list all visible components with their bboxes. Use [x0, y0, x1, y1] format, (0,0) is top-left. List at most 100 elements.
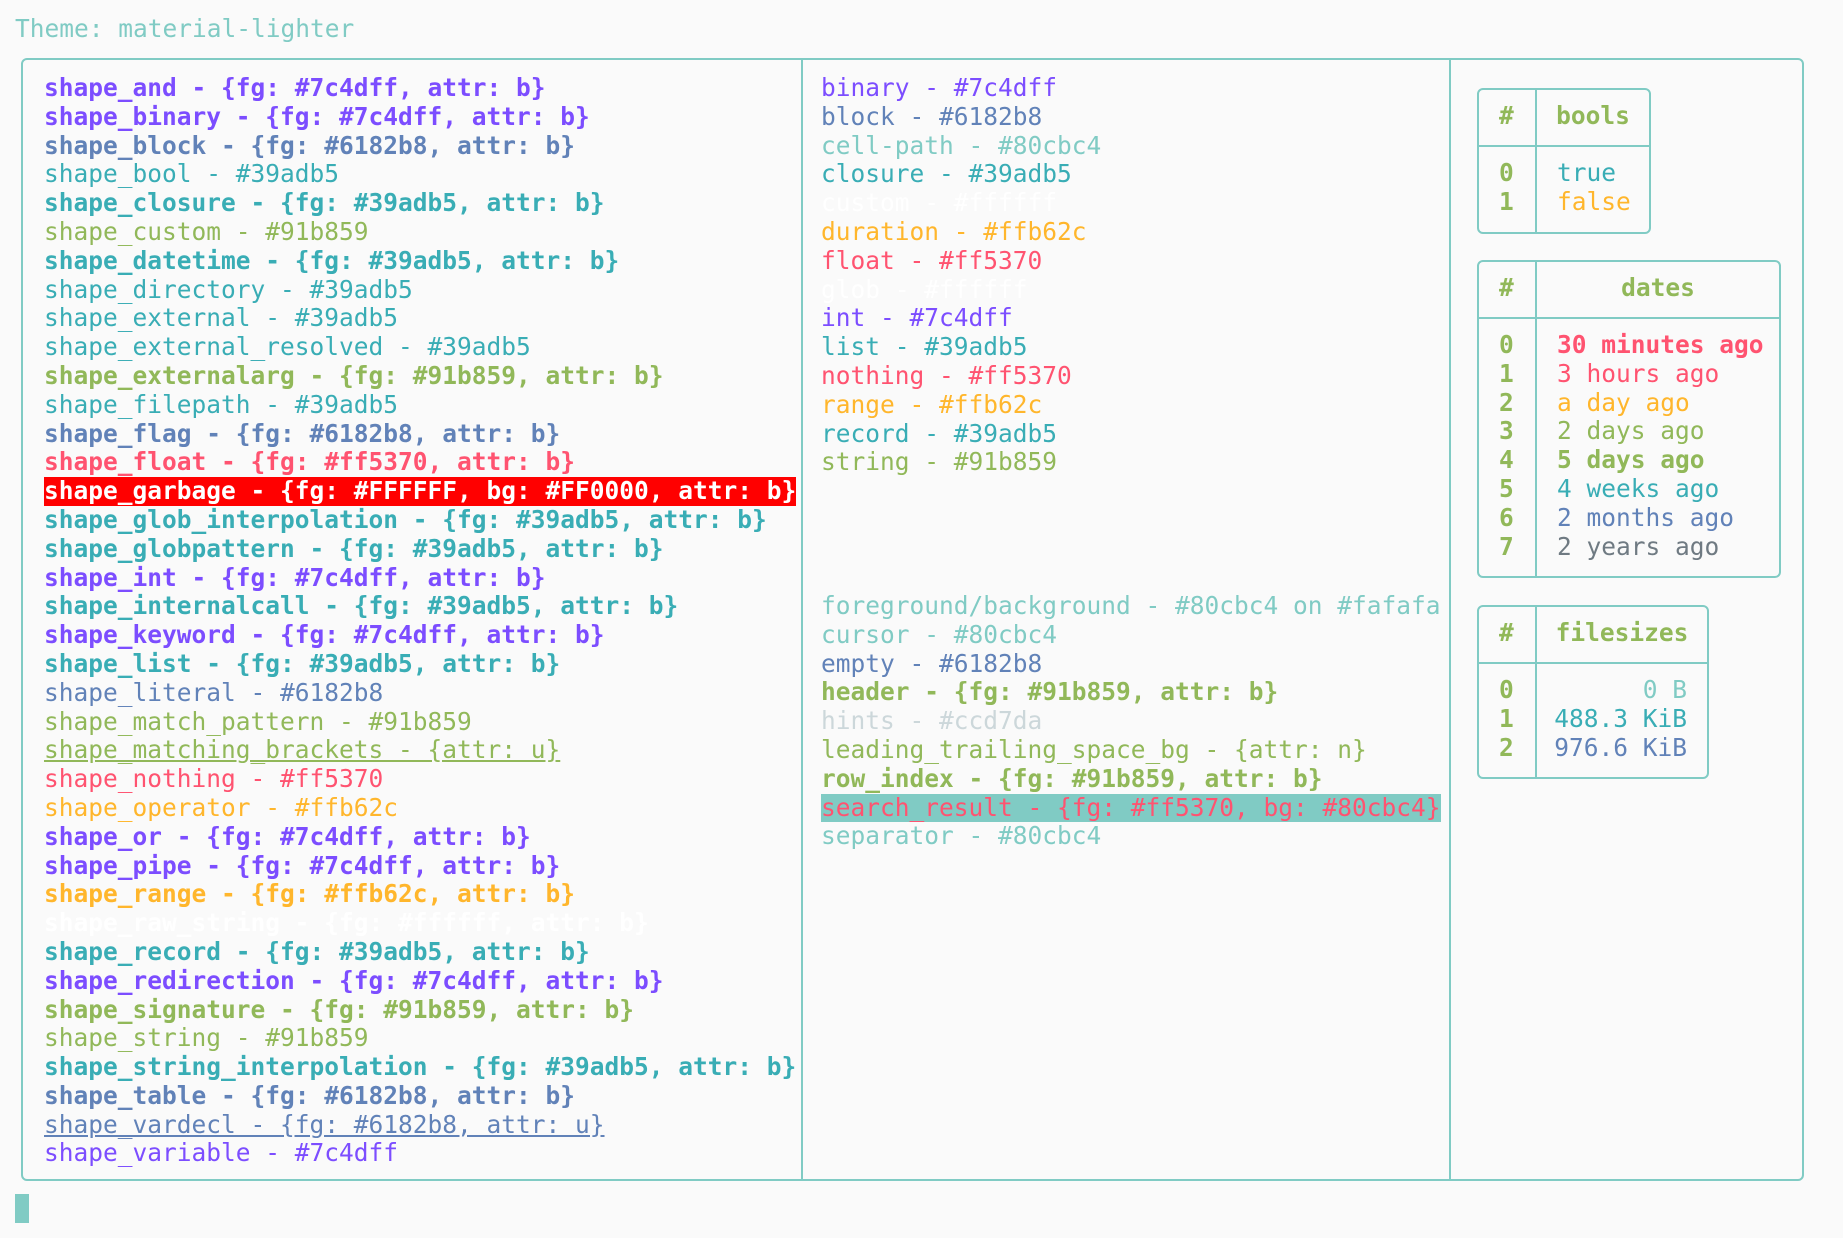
ui-color-entry: header - {fg: #91b859, attr: b}	[821, 677, 1279, 707]
shape-style-entry: shape_block - {fg: #6182b8, attr: b}	[44, 130, 576, 160]
ui-color-entry: foreground/background - #80cbc4 on #fafa…	[821, 591, 1441, 620]
type-color-entry: custom - #ffffff	[821, 188, 1058, 218]
shape-style-entry: shape_binary - {fg: #7c4dff, attr: b}	[44, 101, 590, 131]
table-row-index: 0	[1499, 675, 1514, 704]
table-cell-value: 2 years ago	[1557, 531, 1720, 561]
shape-style-entry: shape_and - {fg: #7c4dff, attr: b}	[44, 73, 546, 102]
table-row-index: 0	[1499, 158, 1514, 187]
terminal-cursor	[15, 1194, 29, 1223]
table-index-header: #	[1499, 101, 1514, 130]
shape-style-entry: shape_match_pattern - #91b859	[44, 706, 472, 736]
table-index-header: #	[1499, 273, 1514, 302]
table-row-index: 2	[1499, 387, 1514, 417]
shape-styles-column: shape_and - {fg: #7c4dff, attr: b} shape_…	[44, 73, 797, 1168]
type-color-entry: record - #39adb5	[821, 418, 1058, 448]
shape-style-entry: shape_garbage - {fg: #FFFFFF, bg: #FF000…	[44, 476, 797, 506]
shape-style-entry: shape_flag - {fg: #6182b8, attr: b}	[44, 418, 561, 448]
table-cell-value: 0 B	[1642, 675, 1687, 704]
shape-style-entry: shape_bool - #39adb5	[44, 159, 340, 189]
shape-style-entry: shape_float - {fg: #ff5370, attr: b}	[44, 447, 576, 477]
table-cell-value: 488.3 KiB	[1554, 703, 1687, 733]
table-cell-value: true	[1557, 158, 1617, 187]
table-header-separator	[1479, 145, 1649, 147]
theme-label: Theme: material-lighter	[15, 14, 355, 43]
ui-color-entry: leading_trailing_space_bg - {attr: n}	[821, 734, 1367, 764]
shape-style-entry: shape_list - {fg: #39adb5, attr: b}	[44, 648, 561, 678]
shape-style-entry: shape_vardecl - {fg: #6182b8, attr: u}	[44, 1109, 605, 1139]
table-column-header: dates	[1621, 273, 1695, 302]
shape-style-entry: shape_globpattern - {fg: #39adb5, attr: …	[44, 533, 664, 563]
table-row-index: 0	[1499, 330, 1514, 359]
table-row-index: 4	[1499, 445, 1514, 475]
column-divider	[1449, 60, 1451, 1179]
shape-style-entry: shape_closure - {fg: #39adb5, attr: b}	[44, 188, 605, 218]
table-row-index: 7	[1499, 531, 1514, 561]
type-color-entry: duration - #ffb62c	[821, 216, 1087, 246]
shape-style-entry: shape_external - #39adb5	[44, 303, 399, 333]
table-cell-value: 5 days ago	[1557, 445, 1705, 475]
shape-style-entry: shape_keyword - {fg: #7c4dff, attr: b}	[44, 620, 605, 650]
shape-style-entry: shape_range - {fg: #ffb62c, attr: b}	[44, 879, 576, 909]
table-column-header: filesizes	[1555, 618, 1689, 647]
theme-preview-frame: shape_and - {fg: #7c4dff, attr: b} shape_…	[21, 58, 1804, 1181]
shape-style-entry: shape_filepath - #39adb5	[44, 389, 399, 419]
shape-style-entry: shape_redirection - {fg: #7c4dff, attr: …	[44, 965, 664, 995]
column-divider	[801, 60, 803, 1179]
type-color-entry: glob - #ffffff	[821, 274, 1028, 304]
shape-style-entry: shape_raw_string - {fg: #ffffff, attr: b…	[44, 908, 649, 938]
type-color-entry: cell-path - #80cbc4	[821, 130, 1102, 160]
table-row-index: 1	[1499, 703, 1514, 733]
table-cell-value: a day ago	[1557, 387, 1690, 417]
type-color-entry: int - #7c4dff	[821, 303, 1013, 333]
type-color-entry: range - #ffb62c	[821, 389, 1043, 419]
shape-style-entry: shape_variable - #7c4dff	[44, 1138, 399, 1168]
type-color-entry: closure - #39adb5	[821, 159, 1072, 189]
table-row-index: 1	[1499, 358, 1514, 388]
type-color-entry: float - #ff5370	[821, 245, 1043, 275]
shape-style-entry: shape_string_interpolation - {fg: #39adb…	[44, 1052, 797, 1082]
type-color-entry: block - #6182b8	[821, 101, 1043, 131]
table-row-index: 2	[1499, 732, 1514, 762]
table-header-separator	[1479, 662, 1707, 664]
ui-color-entry: search_result - {fg: #ff5370, bg: #80cbc…	[821, 792, 1441, 823]
shape-style-entry: shape_matching_brackets - {attr: u}	[44, 735, 561, 765]
table-cell-value: 3 hours ago	[1557, 358, 1720, 388]
shape-style-entry: shape_nothing - #ff5370	[44, 764, 384, 794]
ui-color-entry: separator - #80cbc4	[821, 821, 1102, 851]
table-row-index: 6	[1499, 502, 1514, 532]
table-row-index: 5	[1499, 474, 1514, 503]
table-column-separator	[1535, 262, 1537, 576]
type-color-entry: list - #39adb5	[821, 332, 1028, 362]
shape-style-entry: shape_int - {fg: #7c4dff, attr: b}	[44, 562, 546, 592]
ui-color-entry: cursor - #80cbc4	[821, 619, 1058, 649]
shape-style-entry: shape_internalcall - {fg: #39adb5, attr:…	[44, 591, 679, 621]
type-colors-column: binary - #7c4dff block - #6182b8 cell-path…	[821, 73, 1102, 477]
shape-style-entry: shape_record - {fg: #39adb5, attr: b}	[44, 936, 590, 966]
table-cell-value: 2 days ago	[1557, 416, 1705, 446]
shape-style-entry: shape_operator - #ffb62c	[44, 792, 399, 822]
shape-style-entry: shape_string - #91b859	[44, 1023, 369, 1053]
shape-style-entry: shape_signature - {fg: #91b859, attr: b}	[44, 994, 635, 1024]
table-cell-value: 976.6 KiB	[1554, 732, 1687, 762]
filesizes-table: # filesizes 0 0 B 1 488.3 KiB 2 976.6 KiB	[1477, 605, 1709, 779]
ui-color-entry: row_index - {fg: #91b859, attr: b}	[821, 763, 1323, 793]
bools-table: # bools 0 true 1 false	[1477, 88, 1651, 234]
table-index-header: #	[1499, 618, 1514, 647]
shape-style-entry: shape_custom - #91b859	[44, 216, 369, 246]
type-color-entry: string - #91b859	[821, 447, 1058, 477]
shape-style-entry: shape_table - {fg: #6182b8, attr: b}	[44, 1080, 576, 1110]
ui-color-entry: hints - #ccd7da	[821, 706, 1043, 736]
table-cell-value: 4 weeks ago	[1557, 474, 1720, 503]
ui-colors-column: foreground/background - #80cbc4 on #fafa…	[821, 591, 1441, 851]
table-header-separator	[1479, 317, 1779, 319]
shape-style-entry: shape_externalarg - {fg: #91b859, attr: …	[44, 360, 664, 390]
table-row-index: 3	[1499, 416, 1514, 446]
table-row-index: 1	[1499, 186, 1514, 216]
shape-style-entry: shape_datetime - {fg: #39adb5, attr: b}	[44, 245, 620, 275]
ui-color-entry: empty - #6182b8	[821, 648, 1043, 678]
shape-style-entry: shape_external_resolved - #39adb5	[44, 332, 531, 362]
shape-style-entry: shape_or - {fg: #7c4dff, attr: b}	[44, 821, 531, 851]
table-column-header: bools	[1556, 101, 1630, 130]
dates-table: # dates 0 30 minutes ago 1 3 hours ago 2 a day …	[1477, 260, 1781, 578]
shape-style-entry: shape_pipe - {fg: #7c4dff, attr: b}	[44, 850, 561, 880]
